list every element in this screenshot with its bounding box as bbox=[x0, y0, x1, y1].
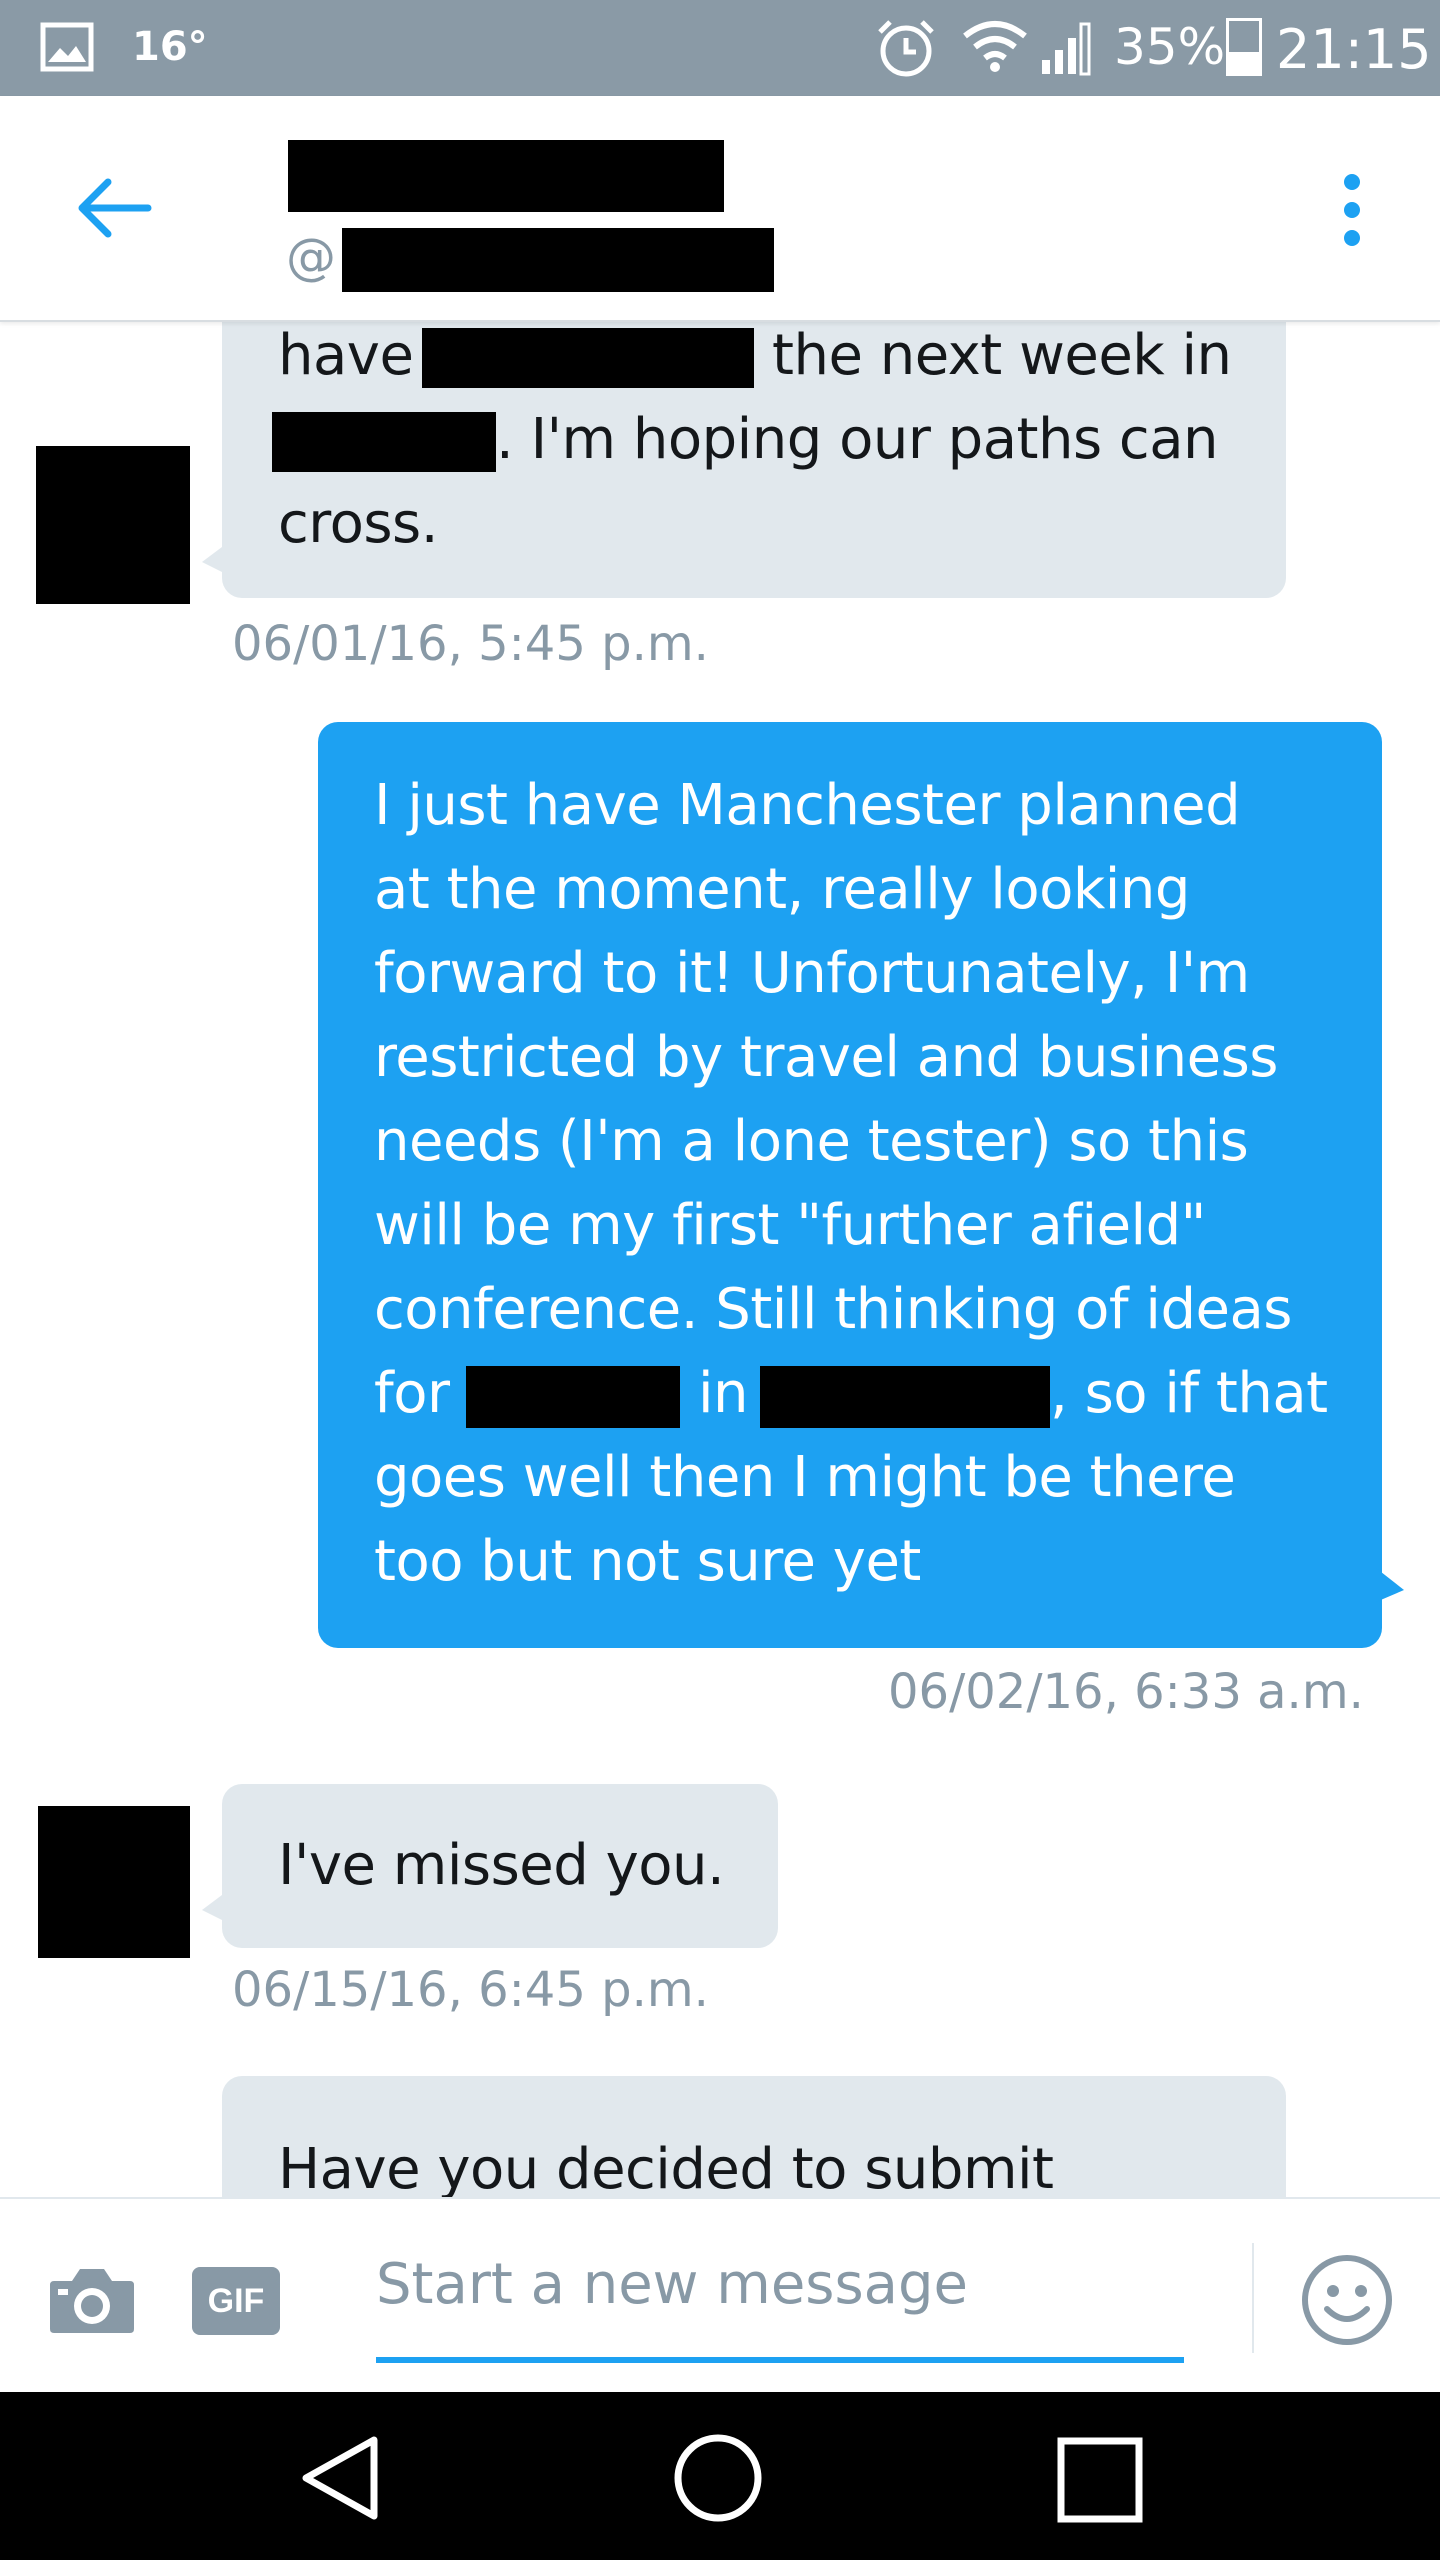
message-text: goes well then I might be there bbox=[374, 1445, 1236, 1510]
incoming-message-bubble[interactable]: I've missed you. bbox=[222, 1784, 778, 1948]
temperature: 16° bbox=[132, 24, 208, 70]
recents-square-icon[interactable] bbox=[1056, 2436, 1144, 2524]
redacted-text bbox=[760, 1366, 1050, 1428]
home-circle-icon[interactable] bbox=[672, 2432, 764, 2524]
more-vertical-icon[interactable] bbox=[1338, 170, 1366, 250]
signal-icon bbox=[1042, 22, 1091, 76]
message-text: , so if that bbox=[1050, 1361, 1328, 1426]
battery-icon bbox=[1226, 18, 1262, 76]
handle-prefix: @ bbox=[286, 228, 336, 286]
message-text: . I'm hoping our paths can bbox=[496, 407, 1219, 472]
message-text: have bbox=[278, 323, 414, 388]
message-text: restricted by travel and business bbox=[374, 1025, 1278, 1090]
bubble-tail bbox=[202, 544, 226, 574]
avatar[interactable] bbox=[36, 446, 190, 604]
avatar[interactable] bbox=[38, 1806, 190, 1958]
camera-icon[interactable] bbox=[48, 2265, 136, 2335]
image-icon bbox=[40, 22, 94, 72]
message-timestamp: 06/02/16, 6:33 a.m. bbox=[888, 1664, 1364, 1720]
message-text: the next week in bbox=[772, 323, 1232, 388]
message-text: in bbox=[698, 1361, 749, 1426]
redacted-display-name bbox=[288, 140, 724, 212]
message-text: will be my first "further afield" bbox=[374, 1193, 1206, 1258]
message-text: cross. bbox=[278, 491, 439, 556]
message-input[interactable] bbox=[376, 2229, 1184, 2339]
message-text: I just have Manchester planned bbox=[374, 773, 1241, 838]
back-triangle-icon[interactable] bbox=[298, 2434, 380, 2522]
message-text: at the moment, really looking bbox=[374, 857, 1190, 922]
alarm-icon bbox=[878, 20, 934, 77]
message-text: too but not sure yet bbox=[374, 1529, 921, 1594]
message-composer: GIF bbox=[0, 2197, 1440, 2394]
back-arrow-icon[interactable] bbox=[76, 176, 152, 240]
outgoing-message-bubble[interactable]: I just have Manchester planned at the mo… bbox=[318, 722, 1382, 1648]
battery-percent: 35% bbox=[1114, 18, 1226, 76]
conversation-header: @ bbox=[0, 96, 1440, 322]
emoji-icon[interactable] bbox=[1300, 2253, 1394, 2347]
message-timestamp: 06/15/16, 6:45 p.m. bbox=[232, 1962, 709, 2018]
bubble-tail bbox=[1376, 1568, 1404, 1602]
redacted-text bbox=[422, 328, 754, 388]
gif-icon[interactable]: GIF bbox=[192, 2267, 280, 2335]
system-navigation-bar bbox=[0, 2392, 1440, 2560]
message-list[interactable]: have the next week in . I'm hoping our p… bbox=[0, 322, 1440, 2197]
message-timestamp: 06/01/16, 5:45 p.m. bbox=[232, 616, 709, 672]
redacted-text bbox=[272, 412, 496, 472]
message-text: I've missed you. bbox=[278, 1833, 725, 1898]
input-underline bbox=[376, 2357, 1184, 2363]
wifi-icon bbox=[963, 21, 1027, 72]
message-text: Have you decided to submit bbox=[278, 2137, 1054, 2197]
divider bbox=[1252, 2243, 1254, 2353]
bubble-tail bbox=[202, 1892, 226, 1922]
message-text: needs (I'm a lone tester) so this bbox=[374, 1109, 1249, 1174]
incoming-message-bubble[interactable]: Have you decided to submit bbox=[222, 2076, 1286, 2197]
message-text: forward to it! Unfortunately, I'm bbox=[374, 941, 1250, 1006]
redacted-text bbox=[466, 1366, 680, 1428]
message-text: for bbox=[374, 1361, 450, 1426]
incoming-message-bubble[interactable]: have the next week in . I'm hoping our p… bbox=[222, 322, 1286, 598]
clock: 21:15 bbox=[1276, 18, 1432, 81]
redacted-handle bbox=[342, 228, 774, 292]
message-text: conference. Still thinking of ideas bbox=[374, 1277, 1292, 1342]
status-bar: 16° 35% 21:15 bbox=[0, 0, 1440, 96]
